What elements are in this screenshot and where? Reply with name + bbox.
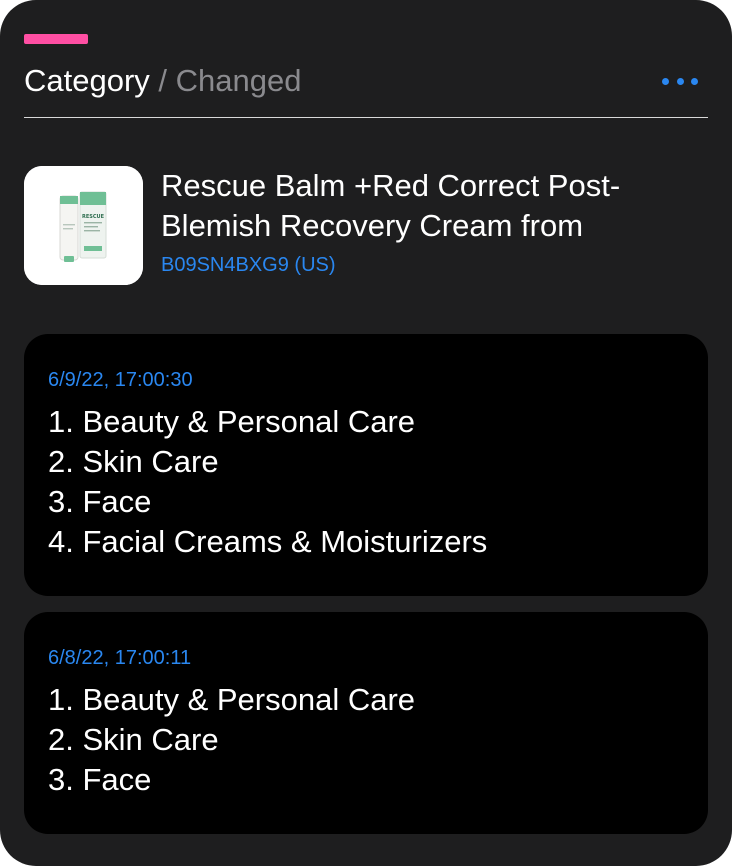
title-separator: /: [158, 63, 168, 98]
card-title: Category / Changed: [24, 63, 302, 99]
category-path-item: 3. Face: [48, 762, 152, 797]
title-subtitle: Changed: [175, 63, 302, 98]
more-dot: [691, 77, 698, 85]
category-path-list: 1. Beauty & Personal Care 2. Skin Care 3…: [48, 680, 684, 800]
thumbnail-brand-text: RESCUE: [82, 214, 105, 220]
category-path-item: 2. Skin Care: [48, 444, 219, 479]
card-header: Category / Changed: [24, 58, 708, 104]
product-tube-icon: RESCUE: [24, 166, 143, 285]
category-change-card: Category / Changed RESCUE Rescue Balm +R…: [0, 0, 732, 866]
title-label: Category: [24, 63, 150, 98]
category-path-item: 1. Beauty & Personal Care: [48, 404, 416, 439]
product-title: Rescue Balm +Red Correct Post-Blemish Re…: [161, 168, 621, 243]
category-path-list: 1. Beauty & Personal Care 2. Skin Care 3…: [48, 402, 684, 562]
product-asin-link[interactable]: B09SN4BXG9 (US): [161, 254, 336, 277]
category-path-item: 3. Face: [48, 484, 152, 519]
header-divider: [24, 117, 708, 118]
category-path-item: 1. Beauty & Personal Care: [48, 682, 416, 717]
category-path-item: 4. Facial Creams & Moisturizers: [48, 524, 488, 559]
accent-bar: [24, 34, 88, 44]
more-dot: [676, 77, 684, 85]
more-horizontal-icon: [662, 77, 669, 85]
product-thumbnail[interactable]: RESCUE: [24, 166, 143, 285]
entry-timestamp: 6/9/22, 17:00:30: [48, 369, 193, 391]
history-entry: 6/9/22, 17:00:30 1. Beauty & Personal Ca…: [24, 334, 708, 596]
category-path-item: 2. Skin Care: [48, 722, 219, 757]
history-entry: 6/8/22, 17:00:11 1. Beauty & Personal Ca…: [24, 612, 708, 834]
product-summary: RESCUE Rescue Balm +Red Correct Post-Ble…: [24, 166, 708, 286]
entry-timestamp: 6/8/22, 17:00:11: [48, 647, 192, 669]
more-options-button[interactable]: [662, 66, 698, 96]
